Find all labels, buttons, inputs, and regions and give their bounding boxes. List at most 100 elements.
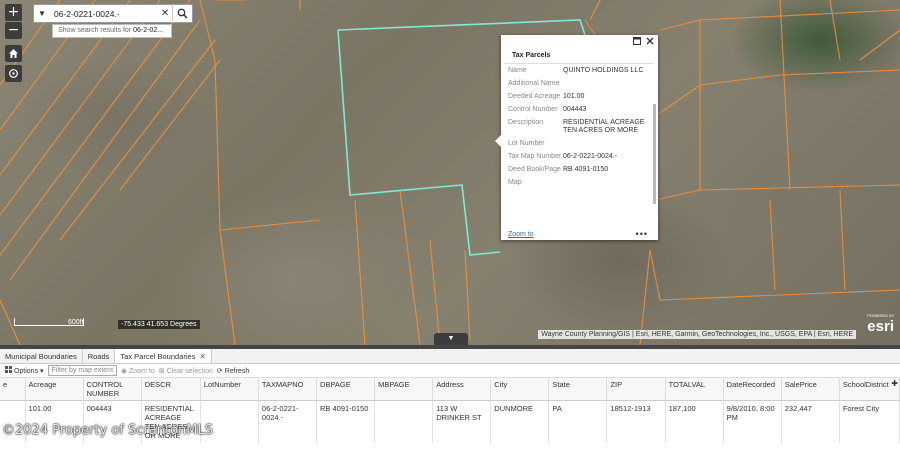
column-header[interactable]: State (548, 378, 608, 401)
column-header[interactable]: e (0, 378, 26, 401)
field-label: Tax Map Number (508, 153, 562, 160)
search-icon (177, 8, 188, 19)
table-cell (374, 400, 434, 443)
map-attribution: Wayne County Planning/GIS | Esri, HERE, … (538, 330, 856, 339)
field-value: 101.00 (563, 93, 585, 100)
column-header[interactable]: SalePrice (781, 378, 840, 401)
table-cell: 113 W DRINKER ST (432, 400, 492, 443)
field-label: Control Number (508, 106, 558, 113)
column-header[interactable]: DBPAGE (316, 378, 376, 401)
home-button[interactable] (5, 45, 22, 62)
field-label: Name (508, 67, 527, 74)
field-deed-book-page: Deed Book/Page RB 4091-0150 (508, 166, 651, 174)
map-view[interactable]: + − ▼ 06-2-0221-0024.- ✕ Show search res… (0, 0, 900, 345)
column-header[interactable]: City (490, 378, 550, 401)
table-cell: 18512-1913 (606, 400, 666, 443)
table-cell: 9/8/2010, 8:00 PM (723, 400, 782, 443)
parcel-popup: Tax Parcels Name QUINTO HOLDINGS LLC Addi… (495, 35, 658, 240)
esri-logo: POWERED BY esri (867, 313, 894, 335)
clear-selection-button[interactable]: ⊠ Clear selection (159, 367, 213, 375)
field-value: 004443 (563, 106, 587, 113)
field-label: Lot Number (508, 140, 545, 147)
table-cell: Forest City (839, 400, 900, 443)
table-cell: DUNMORE (490, 400, 550, 443)
field-value: RB 4091-0150 (563, 166, 609, 173)
search-input[interactable]: 06-2-0221-0024.- (50, 9, 158, 19)
zoom-to-button[interactable]: ◉ Zoom to (121, 367, 155, 375)
coordinate-readout: -75.433 41.653 Degrees (118, 320, 200, 329)
column-header[interactable]: TAXMAPNO (258, 378, 318, 401)
popup-title: Tax Parcels (505, 47, 654, 64)
field-description: Description RESIDENTIAL ACREAGE TEN ACRES… (508, 119, 651, 135)
options-label: Options (13, 368, 39, 375)
table-cell: RB 4091-0150 (316, 400, 376, 443)
zoom-to-label: Zoom to (129, 367, 155, 375)
parcel-lines (0, 0, 900, 345)
column-header[interactable]: CONTROL NUMBER (83, 378, 142, 401)
field-additional-name: Additional Name (508, 80, 651, 88)
table-header-row: e Acreage CONTROL NUMBER DESCR LotNumber… (0, 378, 900, 401)
column-header[interactable]: ZIP (606, 378, 666, 401)
field-label: Description (508, 119, 544, 126)
grid-icon (5, 366, 12, 373)
field-map: Map (508, 179, 651, 187)
column-header[interactable]: LotNumber (200, 378, 259, 401)
refresh-button[interactable]: ⟳ Refresh (217, 367, 249, 375)
column-header[interactable]: DESCR (141, 378, 201, 401)
search-button[interactable] (172, 4, 192, 23)
zoom-in-button[interactable]: + (5, 4, 22, 21)
filter-by-extent-button[interactable]: Filter by map extent (47, 365, 118, 376)
options-button[interactable]: Options ▾ (5, 366, 44, 375)
field-value: RESIDENTIAL ACREAGE TEN ACRES OR MORE (563, 119, 645, 134)
refresh-label: Refresh (224, 367, 250, 375)
field-value (563, 140, 651, 148)
column-header[interactable]: TOTALVAL (665, 378, 724, 401)
zoom-out-button[interactable]: − (5, 22, 22, 39)
field-name: Name QUINTO HOLDINGS LLC (508, 67, 651, 75)
table-cell: 232,447 (781, 400, 840, 443)
layer-tabs: Municipal Boundaries Roads Tax Parcel Bo… (0, 349, 900, 364)
table-cell: PA (548, 400, 608, 443)
maximize-icon[interactable] (633, 37, 641, 45)
table-toolbar: Options ▾ Filter by map extent ◉ Zoom to… (0, 364, 900, 378)
popup-fields: Name QUINTO HOLDINGS LLC Additional Name … (501, 64, 658, 240)
field-control-number: Control Number 004443 (508, 106, 651, 114)
scale-label: 600ft (68, 319, 84, 326)
search-suggestion[interactable]: Show search results for 06-2-02... (52, 24, 172, 38)
close-tab-icon[interactable]: ✕ (199, 352, 205, 361)
add-column-icon[interactable]: ✚ (891, 379, 898, 388)
clear-selection-label: Clear selection (166, 367, 213, 375)
esri-powered-label: POWERED BY (867, 313, 895, 318)
field-label: Additional Name (508, 80, 560, 87)
suggestion-term: 06-2-02... (133, 27, 164, 34)
column-header[interactable]: MBPAGE (374, 378, 434, 401)
field-label: Deeded Acreage (508, 93, 561, 100)
tab-tax-parcel-boundaries[interactable]: Tax Parcel Boundaries ✕ (115, 349, 212, 363)
locate-button[interactable] (5, 65, 22, 82)
close-icon[interactable] (646, 37, 654, 45)
tab-municipal-boundaries[interactable]: Municipal Boundaries (0, 349, 83, 363)
more-actions-icon[interactable]: ••• (636, 229, 648, 239)
clear-search-icon[interactable]: ✕ (158, 8, 172, 19)
field-label: Map (508, 179, 522, 186)
search-box[interactable]: ▼ 06-2-0221-0024.- ✕ (33, 4, 193, 23)
collapse-panel-button[interactable]: ▼ (434, 333, 468, 345)
column-header[interactable]: Acreage (25, 378, 84, 401)
esri-logo-text: esri (867, 318, 894, 335)
field-tax-map-number: Tax Map Number 06-2-0221-0024.- (508, 153, 651, 161)
home-icon (9, 49, 18, 58)
field-lot-number: Lot Number (508, 140, 651, 148)
locate-icon (9, 69, 18, 78)
table-cell: 187,100 (665, 400, 724, 443)
field-value: QUINTO HOLDINGS LLC (563, 67, 644, 74)
watermark: ©2024 Property of ScrantonMLS (2, 423, 213, 438)
field-value (563, 179, 651, 187)
suggestion-prefix: Show search results for (58, 27, 134, 34)
field-deeded-acreage: Deeded Acreage 101.00 (508, 93, 651, 101)
popup-scrollbar[interactable] (653, 104, 656, 204)
search-source-dropdown[interactable]: ▼ (34, 9, 50, 18)
column-header[interactable]: DateRecorded (723, 378, 782, 401)
zoom-to-link[interactable]: Zoom to (508, 231, 534, 238)
tab-roads[interactable]: Roads (83, 349, 116, 363)
column-header[interactable]: Address (432, 378, 492, 401)
